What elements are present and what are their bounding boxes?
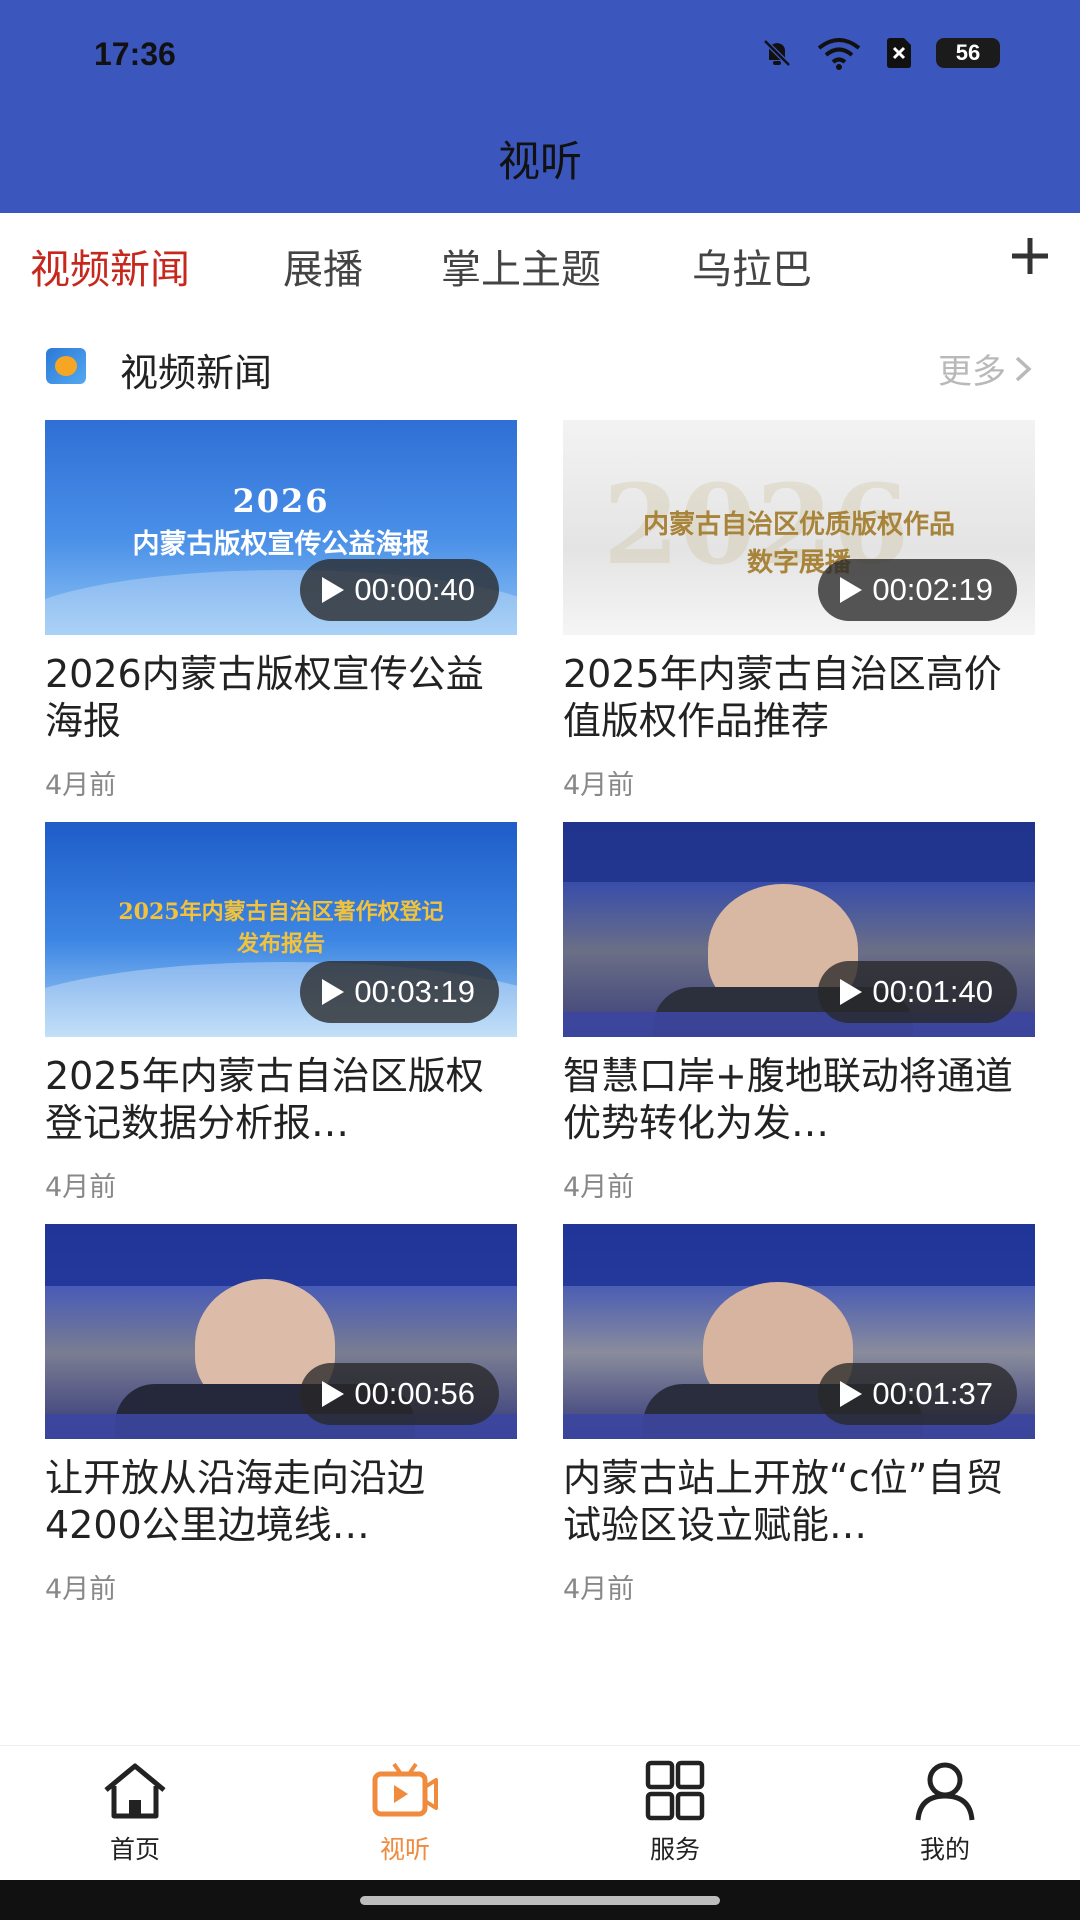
video-title[interactable]: 2025年内蒙古自治区版权登记数据分析报…	[45, 1053, 517, 1147]
duration-text: 00:01:37	[872, 1376, 993, 1411]
nav-video-label: 视听	[379, 1835, 430, 1864]
video-thumbnail[interactable]: 00:01:37	[563, 1224, 1035, 1439]
video-card[interactable]: 00:01:37 内蒙古站上开放“c位”自贸试验区设立赋能… 4月前	[563, 1224, 1035, 1606]
channel-tabs: 视频新闻 展播 掌上主题 乌拉巴	[0, 213, 1080, 313]
thumb-subheadline: 发布报告	[236, 931, 325, 957]
status-time: 17:36	[94, 36, 176, 72]
page-title: 视听	[497, 137, 582, 186]
thumb-headline: 内蒙古自治区优质版权作品	[642, 510, 955, 540]
video-card[interactable]: 2026 内蒙古版权宣传公益海报 00:00:40 2026内蒙古版权宣传公益海…	[45, 420, 517, 802]
nav-home-label: 首页	[109, 1835, 160, 1864]
section-title: 视频新闻	[120, 351, 273, 395]
video-thumbnail[interactable]: 2026 内蒙古版权宣传公益海报 00:00:40	[45, 420, 517, 635]
tab-exhibition[interactable]: 展播	[283, 237, 363, 295]
video-title[interactable]: 让开放从沿海走向沿边 4200公里边境线…	[45, 1455, 517, 1549]
video-card[interactable]: 00:00:56 让开放从沿海走向沿边 4200公里边境线… 4月前	[45, 1224, 517, 1606]
add-channel-icon[interactable]	[1006, 232, 1054, 280]
more-label: 更多	[938, 352, 1006, 392]
nav-home[interactable]: 首页	[65, 1760, 205, 1866]
home-indicator[interactable]	[360, 1896, 720, 1905]
battery-indicator: 56	[936, 38, 1000, 68]
nav-mine-label: 我的	[919, 1835, 970, 1864]
duration-badge: 00:02:19	[818, 559, 1017, 621]
wifi-icon	[817, 38, 861, 70]
play-icon	[322, 1381, 345, 1407]
nav-service[interactable]: 服务	[605, 1760, 745, 1866]
thumb-subheadline: 内蒙古版权宣传公益海报	[132, 529, 430, 560]
video-date: 4月前	[563, 770, 635, 801]
thumb-banner	[45, 1224, 517, 1286]
status-icons: 56	[760, 36, 1000, 70]
tab-palm-topic[interactable]: 掌上主题	[441, 237, 601, 295]
duration-badge: 00:03:19	[300, 961, 499, 1023]
duration-text: 00:02:19	[872, 572, 993, 607]
duration-badge: 00:01:40	[818, 961, 1017, 1023]
video-title[interactable]: 智慧口岸+腹地联动将通道优势转化为发…	[563, 1053, 1035, 1147]
play-icon	[840, 979, 863, 1005]
video-tv-icon	[372, 1762, 438, 1817]
tab-video-news[interactable]: 视频新闻	[30, 237, 190, 295]
video-date: 4月前	[45, 1574, 117, 1605]
play-icon	[322, 979, 345, 1005]
chevron-right-icon	[1015, 356, 1032, 381]
video-date: 4月前	[45, 770, 117, 801]
grid-icon	[645, 1760, 705, 1821]
video-thumbnail[interactable]: 2026 内蒙古自治区优质版权作品 数字展播 00:02:19	[563, 420, 1035, 635]
play-icon	[840, 577, 863, 603]
bottom-nav: 首页 视听 服务 我的	[0, 1745, 1080, 1881]
home-icon	[104, 1763, 166, 1819]
duration-badge: 00:01:37	[818, 1363, 1017, 1425]
video-card[interactable]: 2025年内蒙古自治区著作权登记 发布报告 00:03:19 2025年内蒙古自…	[45, 822, 517, 1204]
video-thumbnail[interactable]: 00:00:56	[45, 1224, 517, 1439]
video-thumbnail[interactable]: 2025年内蒙古自治区著作权登记 发布报告 00:03:19	[45, 822, 517, 1037]
video-card[interactable]: 00:01:40 智慧口岸+腹地联动将通道优势转化为发… 4月前	[563, 822, 1035, 1204]
user-icon	[915, 1762, 975, 1821]
sim-error-icon	[887, 38, 911, 68]
duration-text: 00:03:19	[354, 974, 475, 1009]
video-title[interactable]: 内蒙古站上开放“c位”自贸试验区设立赋能…	[563, 1455, 1035, 1549]
mute-bell-icon	[763, 39, 791, 67]
nav-mine[interactable]: 我的	[875, 1760, 1015, 1866]
more-link[interactable]: 更多	[938, 344, 1034, 393]
video-date: 4月前	[563, 1574, 635, 1605]
nav-video[interactable]: 视听	[335, 1760, 475, 1866]
duration-text: 00:01:40	[872, 974, 993, 1009]
thumb-headline: 2026	[232, 482, 330, 520]
system-gesture-bar	[0, 1880, 1080, 1920]
video-title[interactable]: 2025年内蒙古自治区高价值版权作品推荐	[563, 651, 1035, 745]
duration-text: 00:00:40	[354, 572, 475, 607]
play-icon	[840, 1381, 863, 1407]
play-icon	[322, 577, 345, 603]
video-date: 4月前	[45, 1172, 117, 1203]
duration-badge: 00:00:40	[300, 559, 499, 621]
section-logo-icon	[46, 348, 86, 384]
video-title[interactable]: 2026内蒙古版权宣传公益海报	[45, 651, 517, 745]
video-date: 4月前	[563, 1172, 635, 1203]
thumb-headline: 2025年内蒙古自治区著作权登记	[118, 899, 444, 925]
nav-service-label: 服务	[649, 1835, 700, 1864]
app-header: 17:36 56 视听	[0, 0, 1080, 213]
video-card[interactable]: 2026 内蒙古自治区优质版权作品 数字展播 00:02:19 2025年内蒙古…	[563, 420, 1035, 802]
thumb-banner	[563, 1224, 1035, 1286]
section-header: 视频新闻 更多	[0, 330, 1080, 402]
video-thumbnail[interactable]: 00:01:40	[563, 822, 1035, 1037]
duration-badge: 00:00:56	[300, 1363, 499, 1425]
thumb-banner	[563, 822, 1035, 882]
tab-wulaba[interactable]: 乌拉巴	[692, 237, 812, 295]
duration-text: 00:00:56	[354, 1376, 475, 1411]
